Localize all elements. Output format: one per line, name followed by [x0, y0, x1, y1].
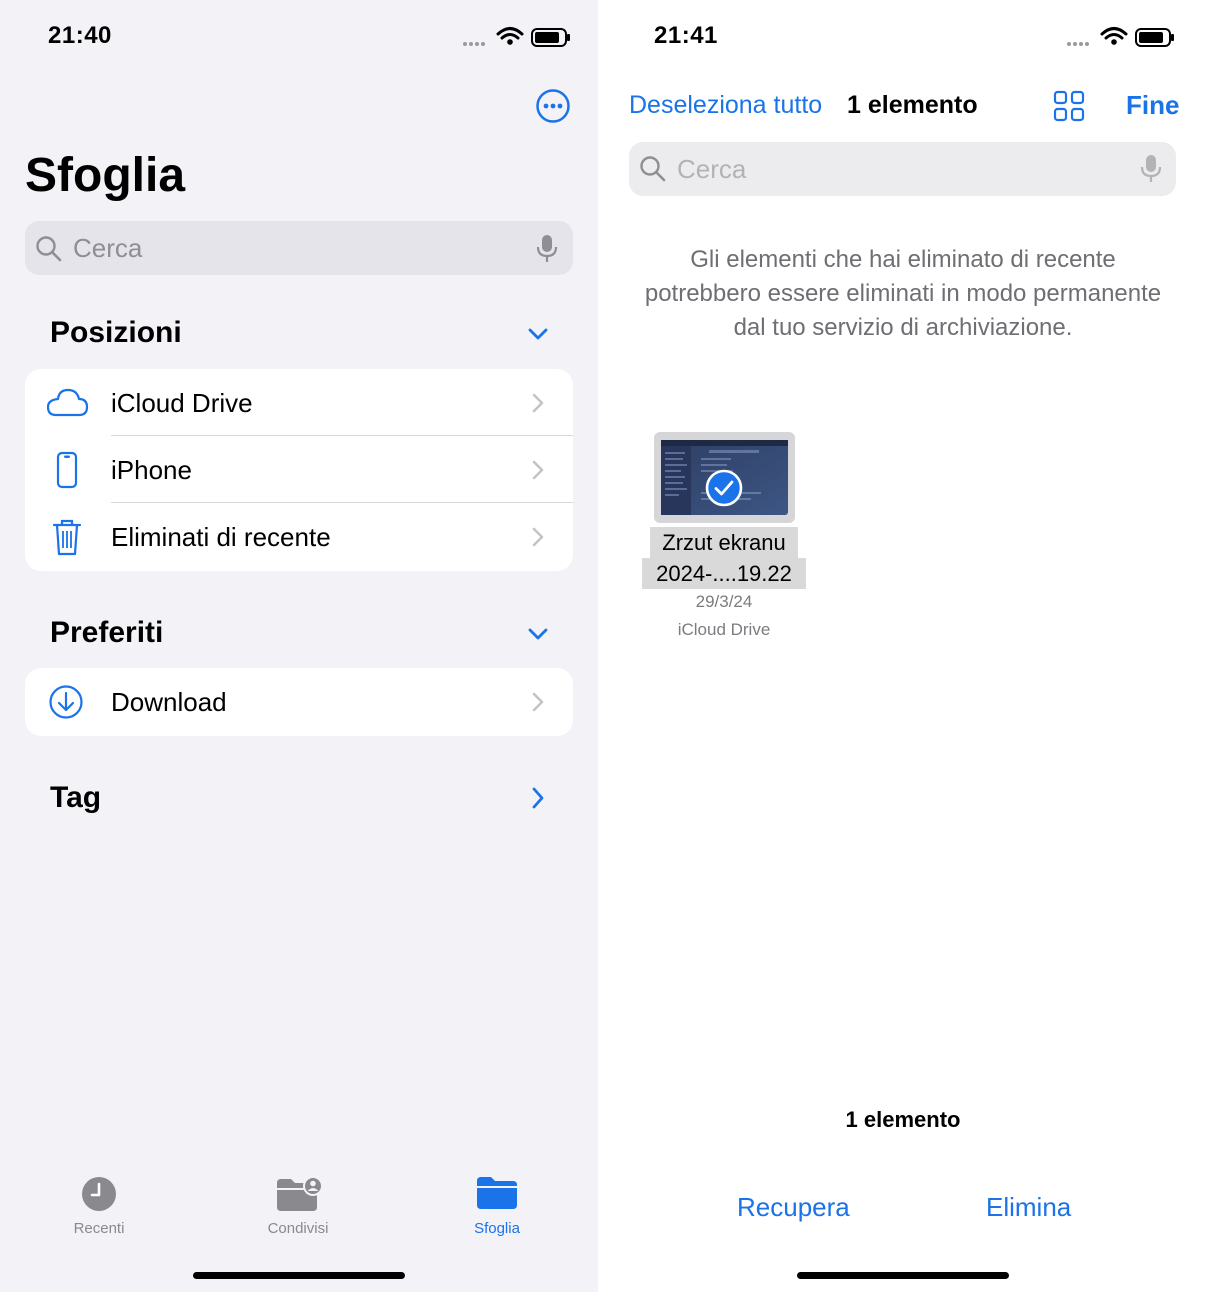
file-thumbnail-frame — [654, 432, 795, 523]
file-name-line-1: Zrzut ekranu — [650, 527, 798, 558]
home-indicator — [193, 1272, 405, 1279]
file-date: 29/3/24 — [695, 592, 753, 611]
favorite-item-download[interactable]: Download — [25, 668, 573, 736]
favorites-section-title: Preferiti — [50, 616, 164, 649]
selected-checkmark-icon — [705, 469, 743, 507]
status-time: 21:41 — [654, 22, 718, 49]
search-icon — [640, 156, 666, 182]
file-name-line-2: 2024-....19.22 — [642, 558, 806, 589]
chevron-right-icon — [532, 393, 544, 413]
locations-section-title: Posizioni — [50, 316, 182, 349]
chevron-right-icon[interactable] — [530, 786, 546, 810]
tab-browse[interactable]: Sfoglia — [437, 1170, 557, 1242]
chevron-right-icon — [532, 460, 544, 480]
clock-icon — [82, 1177, 116, 1211]
grid-view-icon[interactable] — [1053, 90, 1085, 122]
locations-list: iCloud Drive iPhone Eliminati di recente — [25, 369, 573, 571]
tab-recents[interactable]: Recenti — [39, 1170, 159, 1242]
search-input[interactable]: Cerca — [629, 142, 1176, 196]
download-circle-icon — [49, 685, 83, 719]
tab-label: Condivisi — [267, 1220, 329, 1237]
iphone-icon — [56, 451, 78, 489]
ellipsis-circle-icon[interactable] — [535, 88, 571, 124]
deselect-all-button[interactable]: Deseleziona tutto — [629, 91, 822, 120]
selection-count: 1 elemento — [847, 91, 978, 119]
file-item[interactable]: Zrzut ekranu 2024-....19.22 29/3/24 iClo… — [642, 430, 806, 646]
tab-label: Recenti — [73, 1220, 125, 1237]
tab-label: Sfoglia — [474, 1220, 520, 1237]
microphone-icon[interactable] — [535, 233, 559, 265]
chevron-down-icon[interactable] — [526, 326, 550, 342]
status-icons — [1067, 27, 1174, 47]
location-label: iCloud Drive — [111, 388, 253, 418]
search-icon — [36, 236, 62, 262]
done-button[interactable]: Fine — [1126, 90, 1179, 121]
location-item-icloud-drive[interactable]: iCloud Drive — [25, 369, 573, 436]
status-time: 21:40 — [48, 22, 112, 49]
folder-icon — [477, 1177, 517, 1209]
shared-folder-icon — [277, 1176, 323, 1211]
location-item-recently-deleted[interactable]: Eliminati di recente — [25, 503, 573, 571]
chevron-down-icon[interactable] — [526, 626, 550, 642]
browse-screen: 21:40 Sfoglia Cerca Posizioni iCloud Dri… — [0, 0, 598, 1292]
recover-button[interactable]: Recupera — [737, 1192, 850, 1223]
status-icons — [463, 27, 570, 47]
search-placeholder: Cerca — [73, 233, 143, 263]
file-location: iCloud Drive — [677, 620, 771, 639]
location-label: Eliminati di recente — [111, 522, 331, 552]
recently-deleted-description: Gli elementi che hai eliminato di recent… — [644, 246, 1162, 341]
tab-shared[interactable]: Condivisi — [238, 1170, 358, 1242]
home-indicator — [797, 1272, 1009, 1279]
page-title: Sfoglia — [25, 149, 186, 202]
favorite-label: Download — [111, 687, 227, 717]
chevron-right-icon — [532, 692, 544, 712]
search-placeholder: Cerca — [677, 154, 747, 184]
trash-icon — [52, 519, 82, 556]
footer-item-count: 1 elemento — [845, 1107, 961, 1132]
delete-button[interactable]: Elimina — [986, 1192, 1071, 1223]
recently-deleted-screen: 21:41 Deseleziona tutto 1 elemento Fine … — [598, 0, 1216, 1292]
location-item-iphone[interactable]: iPhone — [25, 436, 573, 503]
microphone-icon[interactable] — [1139, 153, 1163, 185]
cloud-icon — [46, 388, 89, 417]
tags-section-title[interactable]: Tag — [50, 781, 101, 815]
location-label: iPhone — [111, 455, 192, 485]
chevron-right-icon — [532, 527, 544, 547]
search-input[interactable]: Cerca — [25, 221, 573, 275]
